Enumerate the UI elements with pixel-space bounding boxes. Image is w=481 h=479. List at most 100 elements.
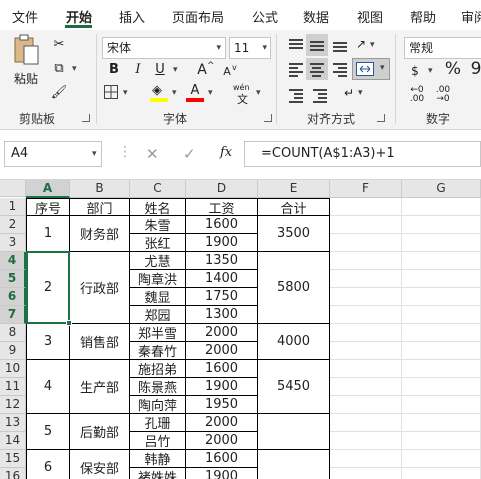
cell-total[interactable]: 5450 xyxy=(258,360,330,414)
cell-serial-no[interactable]: 4 xyxy=(26,360,70,414)
cell-header-total[interactable]: 合计 xyxy=(258,198,330,217)
cell-salary[interactable]: 1600 xyxy=(186,360,258,378)
cell-department[interactable]: 财务部 xyxy=(70,216,130,252)
tab-view[interactable]: 视图 xyxy=(357,7,383,26)
column-header-a[interactable]: A xyxy=(26,180,70,198)
format-painter-icon[interactable]: 🖌 xyxy=(50,84,68,102)
cell-salary[interactable]: 2000 xyxy=(186,414,258,432)
font-name-select[interactable]: 宋体 ▾ xyxy=(102,37,226,59)
cell-header-name[interactable]: 姓名 xyxy=(130,198,186,217)
fill-color-dropdown-icon[interactable]: ▾ xyxy=(172,88,177,98)
font-color-button[interactable]: A xyxy=(186,82,204,102)
cell-salary[interactable]: 2000 xyxy=(186,432,258,450)
border-icon[interactable] xyxy=(104,85,118,99)
merge-center-button[interactable]: ▾ xyxy=(352,58,390,80)
cell-employee-name[interactable]: 朱雪 xyxy=(130,216,186,234)
row-header-16[interactable]: 16 xyxy=(0,468,26,479)
align-left-icon[interactable] xyxy=(288,62,304,77)
cell-employee-name[interactable]: 陶向萍 xyxy=(130,396,186,414)
font-size-select[interactable]: 11 ▾ xyxy=(229,37,271,59)
italic-button[interactable]: I xyxy=(130,61,146,79)
copy-dropdown-icon[interactable]: ▾ xyxy=(72,64,77,74)
row-header-9[interactable]: 9 xyxy=(0,342,26,360)
align-top-icon[interactable] xyxy=(288,38,304,52)
cut-icon[interactable]: ✂ xyxy=(50,36,68,54)
cell-total[interactable]: 5800 xyxy=(258,252,330,324)
tab-help[interactable]: 帮助 xyxy=(410,7,436,26)
border-dropdown-icon[interactable]: ▾ xyxy=(123,88,128,98)
row-header-1[interactable]: 1 xyxy=(0,198,26,216)
row-header-11[interactable]: 11 xyxy=(0,378,26,396)
cell-total[interactable] xyxy=(258,450,330,479)
phonetic-button[interactable]: wén 文 xyxy=(233,83,253,106)
cell-employee-name[interactable]: 张红 xyxy=(130,234,186,252)
cell-department[interactable]: 生产部 xyxy=(70,360,130,414)
cell-department[interactable]: 后勤部 xyxy=(70,414,130,450)
align-middle-icon[interactable] xyxy=(309,38,325,52)
cell-employee-name[interactable]: 韩静 xyxy=(130,450,186,468)
column-header-d[interactable]: D xyxy=(186,180,258,198)
orientation-dropdown-icon[interactable]: ▾ xyxy=(370,40,375,50)
row-header-6[interactable]: 6 xyxy=(0,288,26,306)
comma-style-button[interactable]: 9 xyxy=(470,60,481,78)
cell-header-no[interactable]: 序号 xyxy=(26,198,70,217)
decrease-indent-icon[interactable] xyxy=(288,88,304,103)
increase-decimal-icon[interactable]: ←0.00 xyxy=(406,86,428,104)
cell-employee-name[interactable]: 郑半雪 xyxy=(130,324,186,342)
cell-employee-name[interactable]: 魏显 xyxy=(130,288,186,306)
cell-department[interactable]: 保安部 xyxy=(70,450,130,479)
align-right-icon[interactable] xyxy=(332,62,348,77)
enter-check-icon[interactable]: ✓ xyxy=(183,145,196,163)
cell-serial-no[interactable]: 2 xyxy=(26,252,70,324)
underline-dropdown-icon[interactable]: ▾ xyxy=(173,65,178,75)
cell-serial-no[interactable]: 1 xyxy=(26,216,70,252)
insert-function-icon[interactable]: fx xyxy=(220,145,232,160)
row-header-13[interactable]: 13 xyxy=(0,414,26,432)
select-all-corner[interactable] xyxy=(0,180,26,197)
cell-salary[interactable]: 1600 xyxy=(186,216,258,234)
align-center-icon[interactable] xyxy=(309,62,325,77)
row-header-5[interactable]: 5 xyxy=(0,270,26,288)
decrease-decimal-icon[interactable]: .00 →0 xyxy=(432,86,454,104)
tab-data[interactable]: 数据 xyxy=(303,7,329,26)
orientation-icon[interactable]: ↗ xyxy=(352,35,370,53)
cell-header-salary[interactable]: 工资 xyxy=(186,198,258,217)
tab-review[interactable]: 审阅 xyxy=(461,7,481,26)
fill-handle[interactable] xyxy=(66,320,72,326)
row-header-8[interactable]: 8 xyxy=(0,324,26,342)
cell-employee-name[interactable]: 吕竹 xyxy=(130,432,186,450)
cell-employee-name[interactable]: 孔珊 xyxy=(130,414,186,432)
cell-department[interactable]: 销售部 xyxy=(70,324,130,360)
bold-button[interactable]: B xyxy=(106,61,122,79)
font-color-dropdown-icon[interactable]: ▾ xyxy=(208,88,213,98)
cell-department[interactable]: 行政部 xyxy=(70,252,130,324)
column-header-c[interactable]: C xyxy=(130,180,186,198)
cell-serial-no[interactable]: 6 xyxy=(26,450,70,479)
paste-button[interactable]: 粘贴 xyxy=(12,34,42,86)
cell-serial-no[interactable]: 5 xyxy=(26,414,70,450)
cell-serial-no[interactable]: 3 xyxy=(26,324,70,360)
font-launcher-icon[interactable] xyxy=(264,114,272,122)
column-header-g[interactable]: G xyxy=(402,180,481,198)
cell-salary[interactable]: 1350 xyxy=(186,252,258,270)
cell-employee-name[interactable]: 陈景燕 xyxy=(130,378,186,396)
alignment-launcher-icon[interactable] xyxy=(377,114,385,122)
cell-total[interactable] xyxy=(258,414,330,450)
phonetic-dropdown-icon[interactable]: ▾ xyxy=(256,88,261,98)
tab-insert[interactable]: 插入 xyxy=(119,7,145,26)
cell-employee-name[interactable]: 尤慧 xyxy=(130,252,186,270)
cell-employee-name[interactable]: 秦春竹 xyxy=(130,342,186,360)
currency-dropdown-icon[interactable]: ▾ xyxy=(428,66,433,76)
number-format-select[interactable]: 常规 xyxy=(404,37,481,59)
align-bottom-icon[interactable] xyxy=(332,38,348,52)
row-header-10[interactable]: 10 xyxy=(0,360,26,378)
cell-total[interactable]: 3500 xyxy=(258,216,330,252)
cell-salary[interactable]: 1950 xyxy=(186,396,258,414)
row-header-12[interactable]: 12 xyxy=(0,396,26,414)
tab-home[interactable]: 开始 xyxy=(66,7,92,26)
cell-header-dept[interactable]: 部门 xyxy=(70,198,130,217)
cell-salary[interactable]: 1900 xyxy=(186,234,258,252)
row-header-15[interactable]: 15 xyxy=(0,450,26,468)
cell-employee-name[interactable]: 褚姝姝 xyxy=(130,468,186,479)
underline-button[interactable]: U xyxy=(152,61,168,79)
